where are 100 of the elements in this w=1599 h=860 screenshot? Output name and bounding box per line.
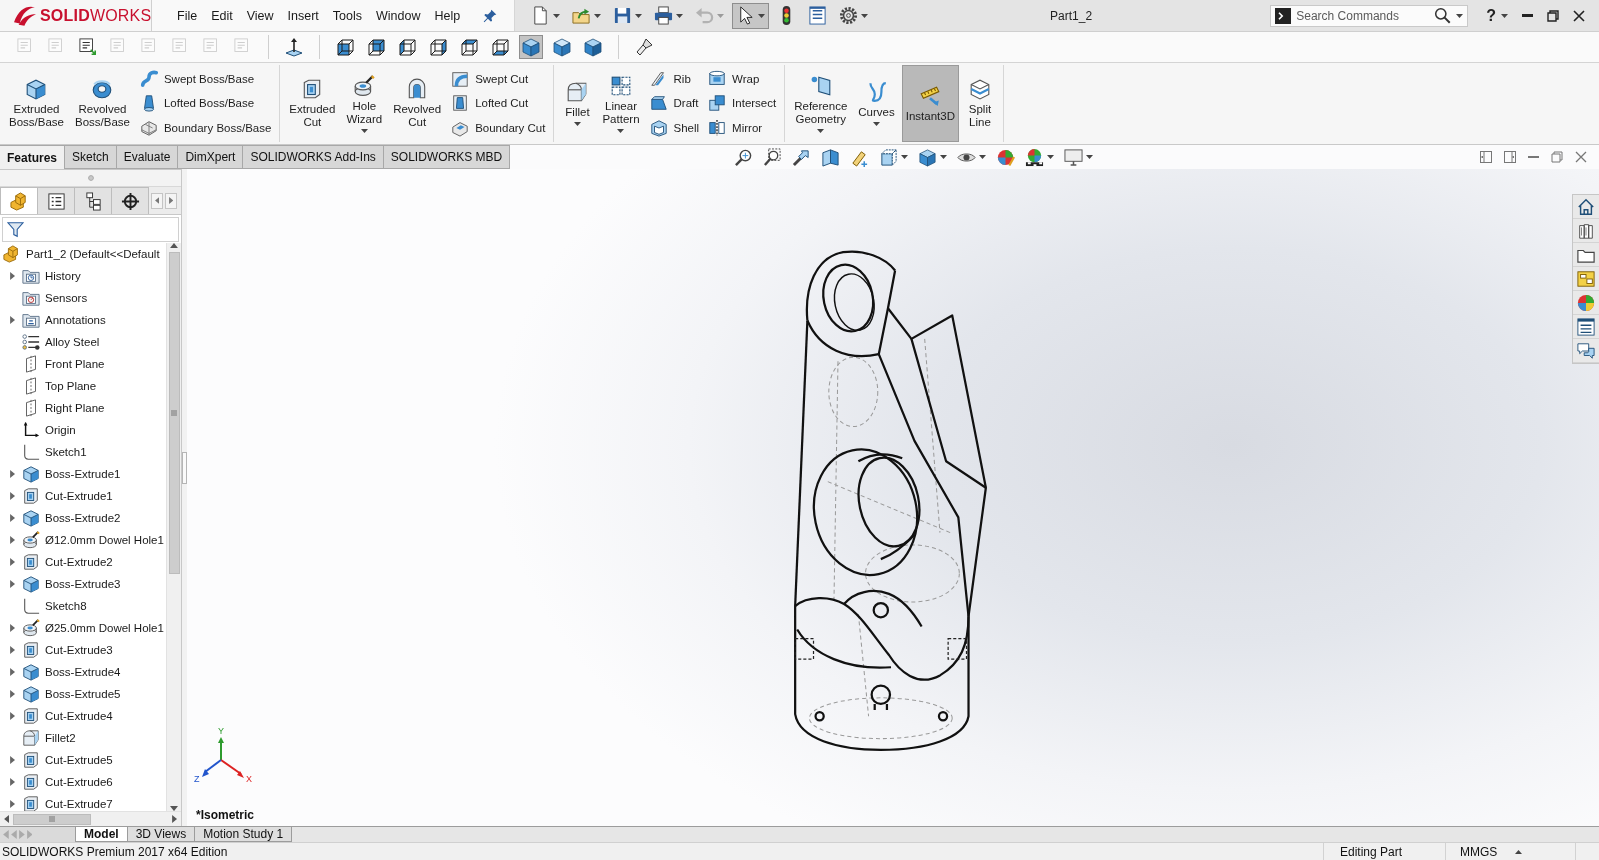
tree-item[interactable]: Boss-Extrude2 bbox=[0, 507, 166, 529]
ribbon-button[interactable]: Curves bbox=[854, 65, 899, 142]
ribbon-tab[interactable]: DimXpert bbox=[177, 145, 244, 169]
menu-item[interactable]: Window bbox=[369, 4, 428, 27]
menu-item[interactable]: Help bbox=[427, 4, 468, 27]
tree-item[interactable]: Cut-Extrude5 bbox=[0, 749, 166, 771]
ribbon-button[interactable]: Extruded Cut bbox=[285, 65, 340, 142]
ribbon-button[interactable]: Fillet bbox=[559, 65, 596, 142]
tree-item[interactable]: Boss-Extrude1 bbox=[0, 463, 166, 485]
tree-item[interactable]: Sketch1 bbox=[0, 441, 166, 463]
units-selector[interactable]: MMGS bbox=[1460, 844, 1523, 859]
panel-tab[interactable] bbox=[111, 187, 149, 214]
menu-item[interactable]: File bbox=[170, 4, 205, 27]
tree-item[interactable]: Top Plane bbox=[0, 375, 166, 397]
filter-field[interactable] bbox=[2, 217, 179, 242]
cube-icon bbox=[25, 78, 48, 100]
view-cube-icon bbox=[397, 37, 417, 57]
ribbon-tab[interactable]: Features bbox=[0, 145, 66, 169]
scroll-right-button[interactable] bbox=[165, 192, 177, 209]
help-button[interactable]: ? bbox=[1484, 6, 1510, 25]
tree-item[interactable]: Boss-Extrude3 bbox=[0, 573, 166, 595]
model-tab[interactable]: Model bbox=[75, 827, 128, 842]
model-tab[interactable]: 3D Views bbox=[126, 827, 196, 842]
ribbon-tab[interactable]: SOLIDWORKS MBD bbox=[382, 145, 511, 169]
tree-item[interactable]: Cut-Extrude3 bbox=[0, 639, 166, 661]
ribbon-button[interactable]: Revolved Boss/Base bbox=[70, 65, 134, 142]
tree-item[interactable]: Annotations bbox=[0, 309, 166, 331]
tree-item[interactable]: Alloy Steel bbox=[0, 331, 166, 353]
search-box[interactable]: Search Commands bbox=[1270, 4, 1469, 27]
ribbon-button[interactable]: Reference Geometry bbox=[790, 65, 852, 142]
ribbon-tab[interactable]: Evaluate bbox=[115, 145, 179, 169]
menu-item[interactable]: View bbox=[239, 4, 281, 27]
horizontal-scrollbar[interactable] bbox=[0, 811, 181, 826]
ribbon-button[interactable]: Mirror bbox=[705, 117, 780, 138]
tree-item[interactable]: Cut-Extrude4 bbox=[0, 705, 166, 727]
ribbon-button[interactable]: Intersect bbox=[705, 93, 780, 114]
tile-left-icon[interactable] bbox=[1480, 151, 1492, 163]
tree-item[interactable]: Cut-Extrude2 bbox=[0, 551, 166, 573]
ribbon-button[interactable]: Extruded Boss/Base bbox=[5, 65, 68, 142]
ribbon-button[interactable]: Hole Wizard bbox=[342, 65, 387, 142]
vertical-scrollbar[interactable] bbox=[166, 243, 181, 811]
ribbon-button[interactable]: Wrap bbox=[705, 69, 780, 90]
scrollbar-thumb[interactable] bbox=[13, 813, 92, 825]
logo-text: SOLIDWORKS bbox=[40, 6, 152, 25]
toolbar-button[interactable] bbox=[732, 2, 769, 29]
ribbon-button[interactable]: Boundary Cut bbox=[448, 117, 549, 138]
scrollbar-thumb[interactable] bbox=[168, 252, 180, 575]
drill-hole-icon bbox=[22, 531, 40, 549]
menu-item[interactable]: Insert bbox=[280, 4, 326, 27]
status-text: Editing Part bbox=[1339, 844, 1404, 859]
ribbon-button[interactable]: Revolved Cut bbox=[389, 65, 446, 142]
part-icon bbox=[9, 191, 29, 211]
ribbon-button[interactable]: Swept Cut bbox=[448, 69, 549, 90]
tree-item[interactable]: Cut-Extrude1 bbox=[0, 485, 166, 507]
tree-item[interactable]: Cut-Extrude6 bbox=[0, 771, 166, 793]
ribbon-button[interactable]: Linear Pattern bbox=[598, 65, 644, 142]
tree-item[interactable]: Boss-Extrude4 bbox=[0, 661, 166, 683]
close-button[interactable] bbox=[1571, 7, 1587, 24]
tree-item[interactable]: Origin bbox=[0, 419, 166, 441]
pin-icon bbox=[483, 8, 498, 23]
hollow-block-icon bbox=[451, 94, 470, 113]
task-pane-button[interactable] bbox=[1573, 315, 1599, 339]
tree-item[interactable]: Sketch8 bbox=[0, 595, 166, 617]
tree-item[interactable]: Front Plane bbox=[0, 353, 166, 375]
axis-label: Z bbox=[194, 774, 200, 784]
tile-right-icon[interactable] bbox=[1504, 151, 1516, 163]
tree-item[interactable]: Boss-Extrude5 bbox=[0, 683, 166, 705]
ribbon-button[interactable]: Instant3D bbox=[901, 65, 959, 142]
menu-item[interactable]: Edit bbox=[204, 4, 240, 27]
ribbon-button[interactable]: Lofted Boss/Base bbox=[136, 93, 275, 114]
tree-item[interactable]: History bbox=[0, 265, 166, 287]
ribbon-tab[interactable]: SOLIDWORKS Add-Ins bbox=[242, 145, 384, 169]
splitter-handle[interactable] bbox=[182, 451, 187, 484]
tree-item[interactable]: Right Plane bbox=[0, 397, 166, 419]
menu-item[interactable]: Tools bbox=[325, 4, 370, 27]
close-icon[interactable] bbox=[1575, 151, 1587, 163]
property-list-icon bbox=[46, 191, 66, 211]
search-field[interactable]: Search Commands bbox=[1296, 6, 1430, 25]
ribbon-tab[interactable]: Sketch bbox=[64, 145, 117, 169]
tree-item[interactable]: Ø12.0mm Dowel Hole1 bbox=[0, 529, 166, 551]
view-toolbar-button[interactable] bbox=[1023, 147, 1057, 167]
restore-button[interactable] bbox=[1545, 7, 1561, 24]
scroll-left-button[interactable] bbox=[151, 192, 163, 209]
ribbon-button[interactable]: Split Line bbox=[961, 65, 998, 142]
slotted-block-icon bbox=[22, 795, 40, 811]
restore-icon[interactable] bbox=[1551, 151, 1563, 163]
view-toolbar-button[interactable] bbox=[916, 147, 950, 167]
ribbon-button[interactable]: Draft bbox=[646, 93, 703, 114]
ribbon-button[interactable]: Shell bbox=[646, 117, 703, 138]
ribbon-button[interactable]: Rib bbox=[646, 69, 703, 90]
tree-item[interactable]: Part1_2 (Default<<Default bbox=[0, 243, 166, 265]
ribbon-button[interactable]: Swept Boss/Base bbox=[136, 69, 275, 90]
brush-icon bbox=[634, 37, 654, 57]
ribbon-button[interactable]: Boundary Boss/Base bbox=[136, 117, 275, 138]
ribbon-button[interactable]: Lofted Cut bbox=[448, 93, 549, 114]
tree-item[interactable]: Sensors bbox=[0, 287, 166, 309]
model-tab[interactable]: Motion Study 1 bbox=[194, 827, 293, 842]
tree-item[interactable]: Ø25.0mm Dowel Hole1 bbox=[0, 617, 166, 639]
panel-tab[interactable] bbox=[74, 187, 112, 214]
tree-item[interactable]: Fillet2 bbox=[0, 727, 166, 749]
